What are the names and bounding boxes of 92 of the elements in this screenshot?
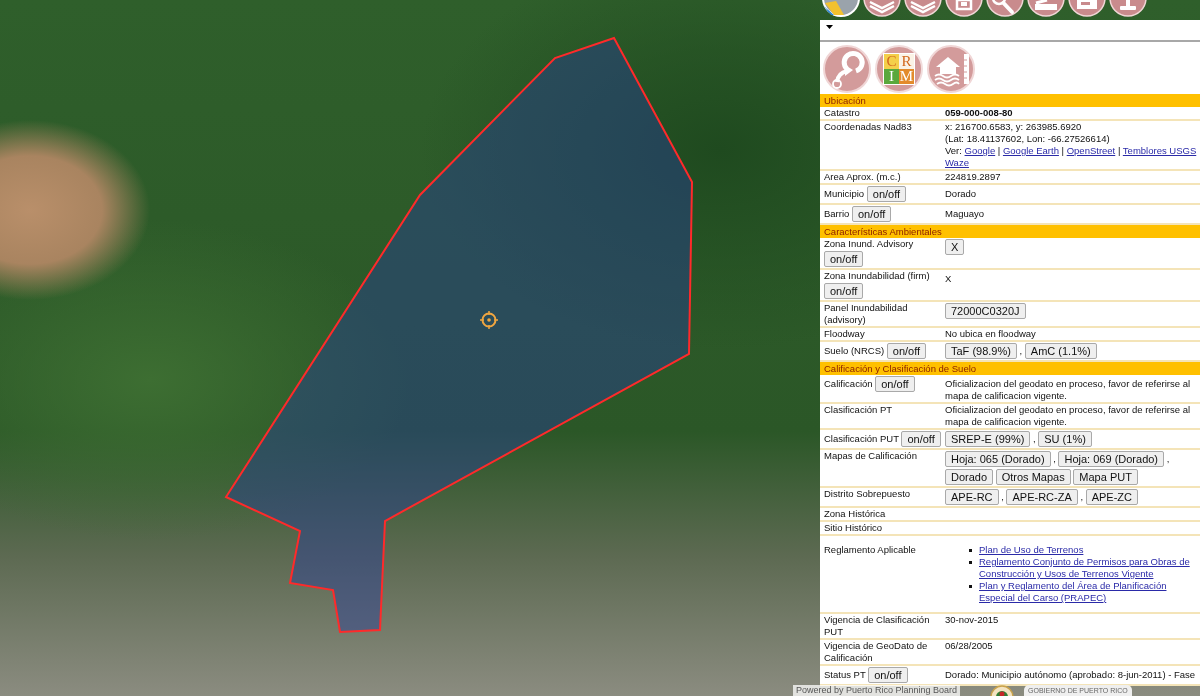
field-label: Status PT xyxy=(824,668,866,680)
toggle-button[interactable]: on/off xyxy=(901,431,941,447)
field-label: Floodway xyxy=(824,328,865,339)
toggle-button[interactable]: on/off xyxy=(852,206,892,222)
value-button[interactable]: 72000C0320J xyxy=(945,303,1026,319)
section-header: Calificación y Clasificación de Suelo xyxy=(820,362,1200,375)
section-header: Características Ambientales xyxy=(820,225,1200,238)
field-label: Suelo (NRCS) xyxy=(824,344,885,356)
field-label: Panel Inundabilidad (advisory) xyxy=(824,302,908,325)
value-button[interactable]: APE-RC xyxy=(945,489,999,505)
field-label: Vigencia de Clasificación PUT xyxy=(824,614,930,637)
map-icon[interactable] xyxy=(822,0,860,17)
field-value: Oficializacion del geodato en proceso, favor de referirse al mapa de calificacion vigente. xyxy=(945,378,1191,401)
field-label: Area Aprox. (m.c.) xyxy=(824,171,901,182)
map-link[interactable]: OpenStreet xyxy=(1066,145,1116,156)
logo-letter: R xyxy=(899,54,914,69)
bullet-icon xyxy=(969,561,972,564)
map-link[interactable]: Waze xyxy=(945,157,969,168)
field-value: Dorado: Municipio autónomo (aprobado: 8-jun-2011) - Fase xyxy=(945,669,1196,680)
separator-text: , xyxy=(1019,344,1023,356)
separator-text: , xyxy=(1166,452,1170,464)
toggle-button[interactable]: on/off xyxy=(886,343,927,359)
field-value: Dorado xyxy=(945,188,977,199)
toggle-button[interactable]: on/off xyxy=(824,251,864,267)
separator-text: , xyxy=(1053,452,1056,464)
field-value: 059-000-008-80 xyxy=(945,107,1013,118)
pencil-ruler-icon[interactable] xyxy=(1027,0,1065,17)
logo-letter: I xyxy=(884,69,899,84)
value-button[interactable]: TaF (98.9%) xyxy=(945,343,1017,359)
field-value: 30-nov-2015 xyxy=(945,614,999,625)
field-label: Catastro xyxy=(824,107,860,118)
value-button[interactable]: AmC (1.1%) xyxy=(1024,343,1097,359)
layers-icon[interactable] xyxy=(863,0,901,17)
caret-icon[interactable] xyxy=(826,25,833,29)
document-icon[interactable] xyxy=(945,0,983,17)
logo-letter: C xyxy=(884,54,899,69)
map-links-line: Ver: Google | Google Earth | OpenStreet | Temblores USGS Waze xyxy=(945,145,1198,169)
value-button[interactable]: Otros Mapas xyxy=(995,469,1071,485)
field-label: Reglamento Aplicable xyxy=(824,544,916,555)
field-label: Coordenadas Nad83 xyxy=(824,121,912,132)
field-label: Barrio xyxy=(824,207,850,219)
value-button[interactable]: SREP-E (99%) xyxy=(945,431,1031,447)
value-button[interactable]: SU (1%) xyxy=(1038,431,1092,447)
bullet-icon xyxy=(969,585,972,588)
attribution-text: Powered by Puerto Rico Planning Board xyxy=(793,685,961,696)
toggle-button[interactable]: on/off xyxy=(875,376,915,392)
layers-icon[interactable] xyxy=(904,0,942,17)
stamp-icon[interactable] xyxy=(1109,0,1147,17)
field-label: Clasificación PUT xyxy=(824,432,899,444)
field-label: Municipio xyxy=(824,187,865,199)
separator-text: , xyxy=(1001,490,1004,502)
field-label: Mapas de Calificación xyxy=(824,450,917,461)
field-label: Clasificación PT xyxy=(824,404,893,415)
coordinate-text: (Lat: 18.41137602, Lon: -66.27526614) xyxy=(945,133,1110,144)
map-link[interactable]: Temblores USGS xyxy=(1122,145,1197,156)
map-link[interactable]: Google xyxy=(964,145,996,156)
field-label: Zona Inund. Advisory xyxy=(824,238,914,249)
search-icon[interactable] xyxy=(986,0,1024,17)
value-button[interactable]: APE-ZC xyxy=(1085,489,1139,505)
regulation-link[interactable]: Reglamento Conjunto de Permisos para Obras de Construcción y Usos de Terrenos Vigente xyxy=(979,556,1200,580)
toggle-button[interactable]: on/off xyxy=(824,283,864,299)
field-value: Oficializacion del geodato en proceso, favor de referirse al mapa de calificacion vigente. xyxy=(945,404,1191,427)
map-link[interactable]: Google Earth xyxy=(1002,145,1059,156)
field-label: Zona Inundabilidad (firm) xyxy=(824,270,930,281)
field-value: 224819.2897 xyxy=(945,171,1001,182)
section-header: Ubicación xyxy=(820,94,1200,107)
value-button[interactable]: Dorado xyxy=(945,469,994,485)
bullet-icon xyxy=(969,549,972,552)
toggle-button[interactable]: on/off xyxy=(866,186,907,202)
field-label: Sitio Histórico xyxy=(824,522,883,533)
field-value: No ubica en floodway xyxy=(945,328,1036,339)
toggle-button[interactable]: on/off xyxy=(868,667,908,683)
logo-letter: M xyxy=(899,69,914,84)
crosshair-icon xyxy=(479,310,499,330)
field-label: Zona Histórica xyxy=(824,508,886,519)
regulation-link[interactable]: Plan de Uso de Terrenos xyxy=(979,544,1084,556)
field-value: X xyxy=(945,273,952,284)
separator-text: , xyxy=(1080,490,1084,502)
field-label: Vigencia de GeoDato de Calificación xyxy=(824,640,928,663)
value-button[interactable]: X xyxy=(945,239,965,255)
value-button[interactable]: APE-RC-ZA xyxy=(1006,489,1078,505)
field-label: Calificación xyxy=(824,377,873,389)
value-button[interactable]: Hoja: 069 (Dorado) xyxy=(1058,451,1165,467)
regulation-link[interactable]: Plan y Reglamento del Área de Planificación Especial del Carso (PRAPEC) xyxy=(979,580,1200,604)
value-button[interactable]: Mapa PUT xyxy=(1073,469,1138,485)
coordinate-text: x: 216700.6583, y: 263985.6920 xyxy=(945,121,1082,132)
value-button[interactable]: Hoja: 065 (Dorado) xyxy=(945,451,1051,467)
field-value: 06/28/2005 xyxy=(945,640,993,651)
separator-text: , xyxy=(1033,432,1036,444)
printer-icon[interactable] xyxy=(1068,0,1106,17)
field-value: Maguayo xyxy=(945,208,985,219)
field-label: Distrito Sobrepuesto xyxy=(824,488,911,499)
